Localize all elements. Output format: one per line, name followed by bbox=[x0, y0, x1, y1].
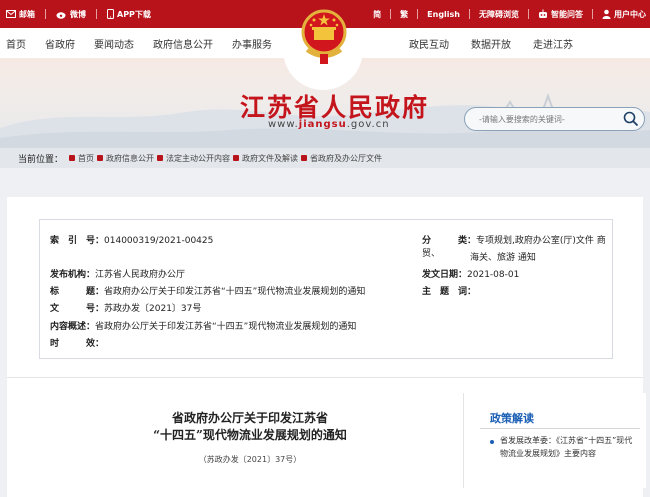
breadcrumb-item[interactable]: 法定主动公开内容 bbox=[157, 153, 230, 164]
divider bbox=[528, 9, 529, 19]
breadcrumb-label: 当前位置： bbox=[18, 154, 64, 165]
breadcrumb-text: 省政府及办公厅文件 bbox=[310, 153, 383, 163]
meta-date-row: 发文日期：2021-08-01 bbox=[422, 267, 519, 280]
url-suffix: .gov.cn bbox=[346, 119, 390, 130]
accessibility-label: 无障碍浏览 bbox=[479, 9, 519, 19]
meta-number-row: 文 号：苏政办发〔2021〕37号 bbox=[50, 301, 201, 314]
search-icon[interactable] bbox=[622, 110, 640, 128]
phone-icon bbox=[107, 9, 114, 19]
nav-info-disclosure[interactable]: 政府信息公开 bbox=[153, 36, 213, 51]
divider bbox=[592, 9, 593, 19]
breadcrumb-marker-icon bbox=[233, 155, 240, 161]
user-icon bbox=[602, 9, 611, 19]
sidebar-heading: 政策解读 bbox=[490, 412, 534, 425]
policy-interpretation-sidebar: 政策解读 省发展改革委：《江苏省“十四五”现代物流业发展规划》主要内容 bbox=[463, 393, 646, 488]
robot-icon bbox=[539, 9, 547, 18]
breadcrumb-marker-icon bbox=[97, 155, 104, 161]
nav-news[interactable]: 要闻动态 bbox=[94, 36, 134, 51]
accessibility-link[interactable]: 无障碍浏览 bbox=[479, 9, 519, 20]
smart-qa-label: 智能问答 bbox=[551, 9, 583, 19]
breadcrumb-item[interactable]: 首页 bbox=[69, 153, 94, 164]
breadcrumb-item[interactable]: 省政府及办公厅文件 bbox=[301, 153, 382, 164]
meta-key: 发文日期： bbox=[422, 270, 468, 280]
meta-effectiveness-row: 时 效： bbox=[50, 336, 104, 349]
nav-interaction[interactable]: 政民互动 bbox=[409, 36, 449, 51]
breadcrumb-text: 法定主动公开内容 bbox=[166, 153, 231, 163]
meta-title-row: 标 题：省政府办公厅关于印发江苏省“十四五”现代物流业发展规划的通知 bbox=[50, 284, 365, 297]
nav-provincial-government[interactable]: 省政府 bbox=[45, 36, 75, 51]
breadcrumb-marker-icon bbox=[69, 155, 76, 161]
meta-value: 014000319/2021-00425 bbox=[104, 236, 214, 246]
meta-summary-row: 内容概述：省政府办公厅关于印发江苏省“十四五”现代物流业发展规划的通知 bbox=[50, 319, 356, 332]
english-link[interactable]: English bbox=[427, 10, 460, 19]
breadcrumb-marker-icon bbox=[301, 155, 308, 161]
simplified-chinese-link[interactable]: 简 bbox=[373, 9, 381, 20]
divider bbox=[45, 9, 46, 19]
document-number: （苏政办发〔2021〕37号） bbox=[198, 455, 302, 464]
meta-value: 海关、旅游 通知 bbox=[470, 253, 536, 263]
meta-key: 标 题： bbox=[50, 287, 105, 297]
sidebar-divider bbox=[480, 428, 640, 429]
search-input[interactable]: -请输入要搜索的关键词- bbox=[464, 107, 645, 131]
meta-key: 索 引 号： bbox=[50, 236, 105, 246]
english-label: English bbox=[427, 9, 460, 19]
weibo-link[interactable]: 微博 bbox=[56, 9, 86, 20]
user-center-label: 用户中心 bbox=[614, 9, 646, 19]
app-download-label: APP下载 bbox=[117, 9, 151, 19]
meta-topic-row: 主 题 词： bbox=[422, 284, 476, 297]
nav-services[interactable]: 办事服务 bbox=[232, 36, 272, 51]
meta-value: 省政府办公厅关于印发江苏省“十四五”现代物流业发展规划的通知 bbox=[104, 287, 366, 297]
breadcrumb-item[interactable]: 政府信息公开 bbox=[97, 153, 154, 164]
meta-value: 2021-08-01 bbox=[467, 270, 520, 280]
url-prefix: www. bbox=[268, 119, 299, 130]
nav-about-jiangsu[interactable]: 走进江苏 bbox=[533, 36, 573, 51]
breadcrumb-marker-icon bbox=[157, 155, 164, 161]
meta-key: 时 效： bbox=[50, 339, 105, 349]
mail-icon bbox=[6, 10, 16, 18]
nav-home[interactable]: 首页 bbox=[6, 36, 26, 51]
user-center-link[interactable]: 用户中心 bbox=[602, 9, 646, 20]
divider bbox=[417, 9, 419, 19]
divider bbox=[390, 9, 392, 19]
meta-key: 分 类： bbox=[422, 236, 477, 246]
meta-key: 文 号： bbox=[50, 304, 105, 314]
meta-key: 内容概述： bbox=[50, 322, 96, 332]
breadcrumb-text: 政府信息公开 bbox=[106, 153, 155, 163]
bullet-icon bbox=[490, 440, 494, 444]
meta-value: 苏政办发〔2021〕37号 bbox=[104, 304, 202, 314]
url-brand: jiangsu bbox=[298, 119, 347, 130]
nav-open-data[interactable]: 数据开放 bbox=[471, 36, 511, 51]
meta-value: 省政府办公厅关于印发江苏省“十四五”现代物流业发展规划的通知 bbox=[95, 322, 357, 332]
divider bbox=[469, 9, 470, 19]
mail-label: 邮箱 bbox=[19, 9, 35, 19]
mail-link[interactable]: 邮箱 bbox=[6, 9, 35, 20]
document-title: 省政府办公厅关于印发江苏省 “十四五”现代物流业发展规划的通知 bbox=[60, 410, 440, 444]
divider bbox=[96, 9, 97, 19]
meta-index-row: 索 引 号：014000319/2021-00425 bbox=[50, 233, 213, 246]
traditional-label: 繁 bbox=[400, 9, 409, 19]
meta-key: 发布机构： bbox=[50, 270, 96, 280]
section-divider bbox=[7, 377, 643, 378]
meta-key: 主 题 词： bbox=[422, 287, 477, 297]
meta-category-row-2: 海关、旅游 通知 bbox=[470, 250, 536, 263]
breadcrumb-item[interactable]: 政府文件及解读 bbox=[233, 153, 298, 164]
breadcrumb-text: 首页 bbox=[78, 153, 95, 163]
meta-value: 江苏省人民政府办公厅 bbox=[95, 270, 186, 280]
meta-org-row: 发布机构：江苏省人民政府办公厅 bbox=[50, 267, 185, 280]
document-metadata-table: 索 引 号：014000319/2021-00425 分 类：专项规划,政府办公… bbox=[39, 219, 613, 359]
site-url: www.jiangsu.gov.cn bbox=[268, 119, 390, 130]
simplified-label: 简 bbox=[373, 9, 382, 19]
smart-qa-link[interactable]: 智能问答 bbox=[538, 9, 583, 20]
traditional-chinese-link[interactable]: 繁 bbox=[400, 9, 408, 20]
weibo-icon bbox=[56, 11, 66, 19]
app-download-link[interactable]: APP下载 bbox=[107, 9, 151, 20]
breadcrumb-text: 政府文件及解读 bbox=[242, 153, 299, 163]
weibo-label: 微博 bbox=[70, 9, 86, 19]
document-title-line-2: “十四五”现代物流业发展规划的通知 bbox=[153, 428, 347, 442]
search-placeholder: -请输入要搜索的关键词- bbox=[479, 114, 565, 124]
sidebar-link[interactable]: 省发展改革委：《江苏省“十四五”现代物流业发展规划》主要内容 bbox=[500, 434, 638, 460]
document-title-line-1: 省政府办公厅关于印发江苏省 bbox=[171, 411, 328, 425]
breadcrumb: 当前位置： 首页 政府信息公开 法定主动公开内容 政府文件及解读 省政府及办公厅… bbox=[0, 148, 650, 168]
national-emblem-icon bbox=[301, 9, 347, 64]
